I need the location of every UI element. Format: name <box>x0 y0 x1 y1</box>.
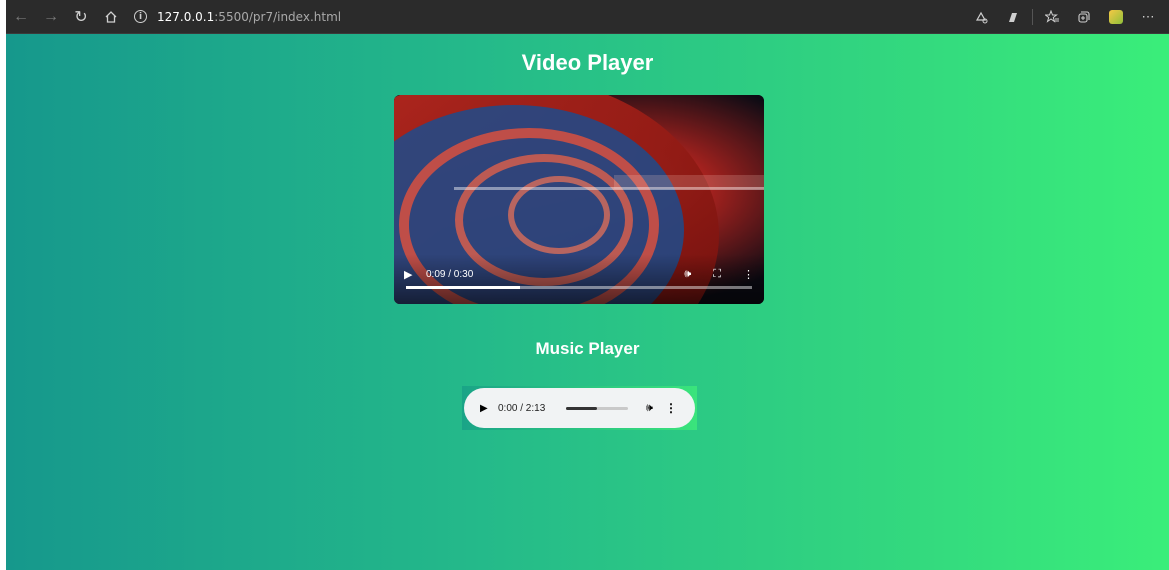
home-icon[interactable] <box>96 2 126 32</box>
audio-time: 0:00 / 2:13 <box>498 402 546 414</box>
arrow-left-icon[interactable]: ← <box>6 2 36 32</box>
music-player-heading: Music Player <box>535 339 640 358</box>
address-bar[interactable]: i 127.0.0.1:5500/pr7/index.html <box>134 5 341 29</box>
read-aloud-icon[interactable] <box>968 4 994 30</box>
page-content: Video Player ▶ 0:09 / 0:30 🕪 ⛶ ⋮ Music P… <box>6 34 1169 570</box>
collections-icon[interactable] <box>1071 4 1097 30</box>
arrow-right-icon[interactable]: → <box>36 2 66 32</box>
more-icon[interactable]: ⋯ <box>1135 4 1161 30</box>
toolbar-actions: ⋯ <box>968 4 1169 30</box>
browser-toolbar: ← → ↻ i 127.0.0.1:5500/pr7/index.html ⋯ <box>6 0 1169 34</box>
video-time: 0:09 / 0:30 <box>426 268 474 280</box>
extension-icon[interactable] <box>1103 4 1129 30</box>
favorites-icon[interactable] <box>1039 4 1065 30</box>
audio-player[interactable]: ▶ 0:00 / 2:13 🕪 ⋮ <box>464 388 695 428</box>
immersive-reader-icon[interactable] <box>1000 4 1026 30</box>
video-progress-fill <box>406 286 521 289</box>
refresh-icon[interactable]: ↻ <box>66 2 96 32</box>
more-options-icon[interactable]: ⋮ <box>665 401 677 415</box>
video-controls: ▶ 0:09 / 0:30 🕪 ⛶ ⋮ <box>394 254 764 304</box>
play-icon[interactable]: ▶ <box>404 268 420 281</box>
video-player[interactable]: ▶ 0:09 / 0:30 🕪 ⛶ ⋮ <box>394 95 764 304</box>
audio-progress-fill <box>566 406 597 410</box>
url-path: :5500/pr7/index.html <box>214 9 342 24</box>
more-options-icon[interactable]: ⋮ <box>743 268 754 281</box>
video-controls-row: ▶ 0:09 / 0:30 🕪 ⛶ ⋮ <box>404 264 754 284</box>
video-player-heading: Video Player <box>521 50 654 75</box>
video-seek-bar[interactable] <box>406 286 752 289</box>
play-icon[interactable]: ▶ <box>480 403 494 414</box>
volume-icon[interactable]: 🕪 <box>684 268 691 281</box>
volume-icon[interactable]: 🕪 <box>646 402 653 415</box>
fullscreen-icon[interactable]: ⛶ <box>713 268 721 281</box>
video-control-buttons: 🕪 ⛶ ⋮ <box>684 268 754 281</box>
toolbar-divider <box>1032 8 1033 25</box>
info-icon[interactable]: i <box>134 10 147 23</box>
audio-seek-bar[interactable] <box>566 406 628 410</box>
url-host: 127.0.0.1 <box>157 9 215 24</box>
